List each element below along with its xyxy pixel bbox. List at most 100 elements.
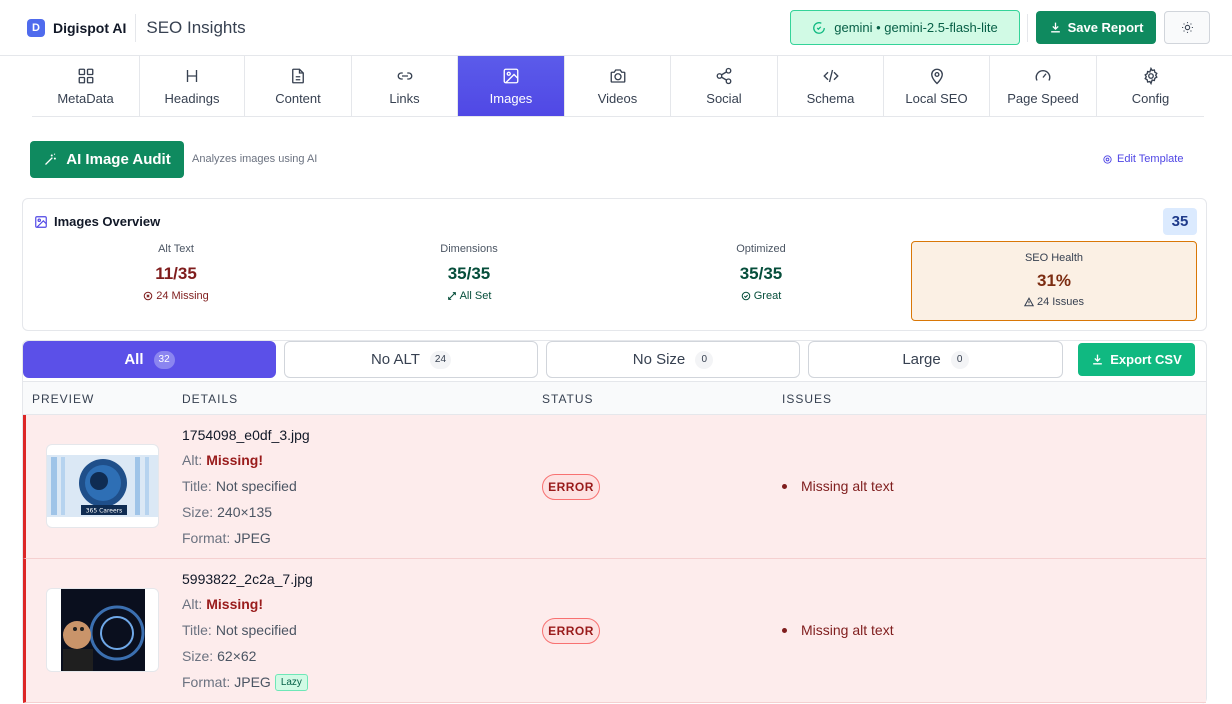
column-header-preview[interactable]: PREVIEW [32, 392, 94, 406]
ai-image-audit-button[interactable]: AI Image Audit [30, 141, 184, 178]
tab-label: Content [275, 90, 321, 106]
column-header-issues[interactable]: ISSUES [782, 392, 832, 406]
stat-optimized: Optimized 35/35 Great [661, 243, 861, 302]
total-images-badge: 35 [1163, 208, 1197, 235]
tab-social[interactable]: Social [671, 56, 778, 116]
stat-sub: All Set [369, 290, 569, 302]
filter-label: Large [902, 351, 941, 368]
stat-dimensions: Dimensions 35/35 All Set [369, 243, 569, 302]
tab-headings[interactable]: Headings [140, 56, 245, 116]
image-icon [503, 68, 519, 83]
field-label: Title: [182, 622, 212, 638]
field-label: Size: [182, 648, 214, 664]
tab-content[interactable]: Content [245, 56, 352, 116]
check-circle-icon [813, 21, 826, 34]
size-line: Size: 240×135 [182, 503, 310, 521]
stat-value: 35/35 [447, 264, 491, 283]
stat-sub: Great [661, 290, 861, 302]
stat-sub: 24 Missing [76, 290, 276, 302]
stat-seo-health: SEO Health 31% 24 Issues [911, 241, 1197, 321]
alt-line: Alt: Missing! [182, 451, 310, 469]
brand[interactable]: D Digispot AI SEO Insights [27, 13, 246, 42]
gear-icon [1143, 66, 1158, 85]
status-badge: ERROR [542, 474, 600, 500]
field-label: Title: [182, 478, 212, 494]
overview-title: Images Overview [34, 214, 160, 229]
filter-label: All [124, 351, 144, 368]
image-filename: 1754098_e0df_3.jpg [182, 427, 310, 443]
tab-links[interactable]: Links [352, 56, 458, 116]
share-icon [716, 67, 732, 84]
save-report-button[interactable]: Save Report [1036, 11, 1156, 44]
issue-item: Missing alt text [782, 622, 894, 638]
stat-label: Optimized [736, 243, 786, 255]
download-icon [1050, 22, 1060, 33]
stat-label: Alt Text [158, 243, 194, 255]
theme-toggle-button[interactable] [1164, 11, 1210, 44]
column-header-status[interactable]: STATUS [542, 392, 594, 406]
model-badge[interactable]: gemini • gemini-2.5-flash-lite [790, 10, 1020, 45]
save-report-label: Save Report [1067, 20, 1144, 35]
brand-name: Digispot AI [53, 19, 127, 36]
divider [135, 13, 137, 42]
check-circle-icon [741, 291, 751, 301]
format-value: JPEG [234, 674, 271, 690]
tab-label: Social [706, 90, 742, 106]
map-pin-icon [930, 68, 943, 84]
tab-label: Headings [164, 90, 220, 106]
image-preview[interactable] [46, 588, 159, 672]
filter-no-size-button[interactable]: No Size 0 [546, 341, 800, 378]
stat-sub-text: Great [753, 290, 782, 302]
stat-value: 11/35 [155, 264, 197, 283]
column-header-details[interactable]: DETAILS [182, 392, 238, 406]
status-badge: ERROR [542, 618, 600, 644]
document-icon [292, 68, 304, 83]
overview-title-text: Images Overview [54, 214, 161, 229]
image-preview[interactable]: 365 Careers [46, 444, 159, 528]
gauge-icon [1035, 69, 1051, 81]
edit-template-link[interactable]: Edit Template [1102, 153, 1183, 165]
tab-schema[interactable]: Schema [778, 56, 884, 116]
stat-sub: 24 Issues [912, 296, 1196, 308]
tab-label: MetaData [57, 90, 114, 106]
camera-icon [610, 68, 625, 83]
x-circle-icon [143, 291, 153, 301]
audit-description: Analyzes images using AI [192, 153, 318, 165]
filter-large-button[interactable]: Large 0 [808, 341, 1063, 378]
export-csv-button[interactable]: Export CSV [1078, 343, 1195, 376]
tab-bar: MetaData Headings Content Links Images V… [32, 56, 1204, 117]
tab-label: Videos [597, 90, 638, 106]
tab-videos[interactable]: Videos [565, 56, 671, 116]
filter-no-alt-button[interactable]: No ALT 24 [284, 341, 538, 378]
filter-all-button[interactable]: All 32 [23, 341, 276, 378]
stat-label: SEO Health [1024, 252, 1084, 264]
filter-count: 0 [950, 350, 969, 369]
stat-alt-text: Alt Text 11/35 24 Missing [76, 243, 276, 302]
issue-item: Missing alt text [782, 478, 894, 494]
code-icon [822, 69, 839, 82]
tab-label: Config [1131, 90, 1170, 106]
table-row[interactable]: 5993822_2c2a_7.jpg Alt: Missing! Title: No… [23, 559, 1206, 703]
stat-sub-text: 24 Missing [156, 290, 209, 302]
lazy-badge: Lazy [274, 673, 308, 691]
filter-count: 0 [695, 350, 714, 369]
grid-icon [78, 68, 93, 83]
table-header: PREVIEW DETAILS STATUS ISSUES [23, 381, 1206, 415]
tab-images[interactable]: Images [458, 56, 565, 116]
thumbnail-image [47, 589, 158, 671]
title-value: Not specified [215, 478, 297, 494]
filter-label: No Size [632, 351, 686, 368]
issue-text: Missing alt text [801, 622, 894, 638]
field-label: Alt: [182, 596, 203, 612]
tab-metadata[interactable]: MetaData [32, 56, 140, 116]
table-row[interactable]: 365 Careers 1754098_e0df_3.jpg Alt: Missi… [23, 415, 1206, 559]
alt-value: Missing! [206, 596, 264, 612]
size-value: 62×62 [217, 648, 257, 664]
expand-icon [447, 292, 456, 300]
bullet [782, 483, 787, 489]
download-icon [1093, 354, 1103, 365]
sun-icon [1181, 22, 1193, 33]
tab-local-seo[interactable]: Local SEO [884, 56, 990, 116]
tab-page-speed[interactable]: Page Speed [990, 56, 1097, 116]
tab-config[interactable]: Config [1097, 56, 1204, 116]
